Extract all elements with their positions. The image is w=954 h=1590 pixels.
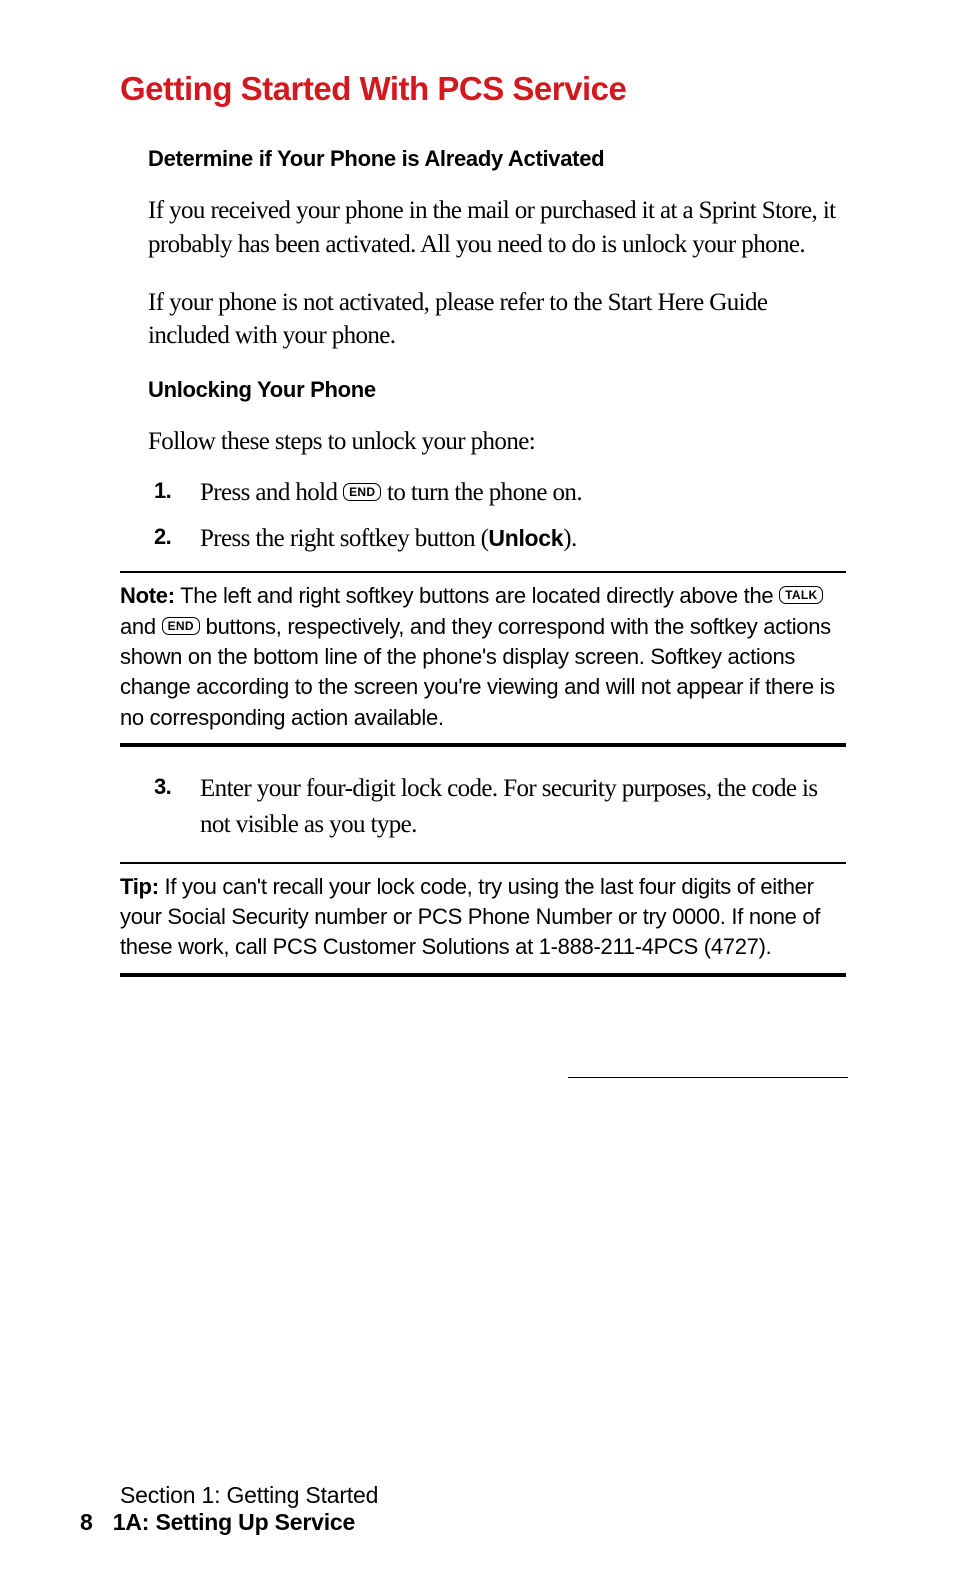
end-key-icon-2: END xyxy=(162,617,200,635)
step-1-text-b: to turn the phone on. xyxy=(381,479,582,506)
step-2-number: 2. xyxy=(154,521,200,557)
talk-key-icon: TALK xyxy=(779,586,823,604)
unlock-bold: Unlock xyxy=(488,525,563,551)
horizontal-divider xyxy=(568,1077,848,1078)
para-not-activated: If your phone is not activated, please r… xyxy=(148,286,846,354)
step-3: 3. Enter your four-digit lock code. For … xyxy=(148,771,846,844)
step-1-text-a: Press and hold xyxy=(200,479,343,506)
tip-text: If you can't recall your lock code, try … xyxy=(120,874,820,960)
footer-subsection: 1A: Setting Up Service xyxy=(113,1509,355,1536)
step-3-number: 3. xyxy=(154,771,200,844)
note-callout: Note: The left and right softkey buttons… xyxy=(120,571,846,747)
note-label: Note: xyxy=(120,583,175,608)
footer-section-label: Section 1: Getting Started xyxy=(80,1482,378,1509)
footer-page-number: 8 xyxy=(80,1509,93,1536)
subheading-activated: Determine if Your Phone is Already Activ… xyxy=(148,146,846,172)
step-2-text: Press the right softkey button (Unlock). xyxy=(200,521,846,557)
subheading-unlocking: Unlocking Your Phone xyxy=(148,377,846,403)
note-text-a: The left and right softkey buttons are l… xyxy=(175,583,779,608)
end-key-icon: END xyxy=(343,483,381,501)
step-2-text-a: Press the right softkey button ( xyxy=(200,525,488,552)
step-1: 1. Press and hold END to turn the phone … xyxy=(148,475,846,511)
footer-line-2: 8 1A: Setting Up Service xyxy=(80,1509,378,1536)
step-1-number: 1. xyxy=(154,475,200,511)
para-mail: If you received your phone in the mail o… xyxy=(148,194,846,262)
note-text-c: buttons, respectively, and they correspo… xyxy=(120,614,835,730)
page-footer: Section 1: Getting Started 8 1A: Setting… xyxy=(80,1482,378,1536)
tip-label: Tip: xyxy=(120,874,159,899)
step-3-text: Enter your four-digit lock code. For sec… xyxy=(200,771,846,844)
content-area: Determine if Your Phone is Already Activ… xyxy=(120,146,846,1078)
step-2-text-b: ). xyxy=(563,525,576,552)
step-2: 2. Press the right softkey button (Unloc… xyxy=(148,521,846,557)
page-title: Getting Started With PCS Service xyxy=(120,70,846,108)
tip-callout: Tip: If you can't recall your lock code,… xyxy=(120,862,846,977)
step-1-text: Press and hold END to turn the phone on. xyxy=(200,475,846,511)
para-follow-steps: Follow these steps to unlock your phone: xyxy=(148,425,846,459)
note-text-b: and xyxy=(120,614,162,639)
